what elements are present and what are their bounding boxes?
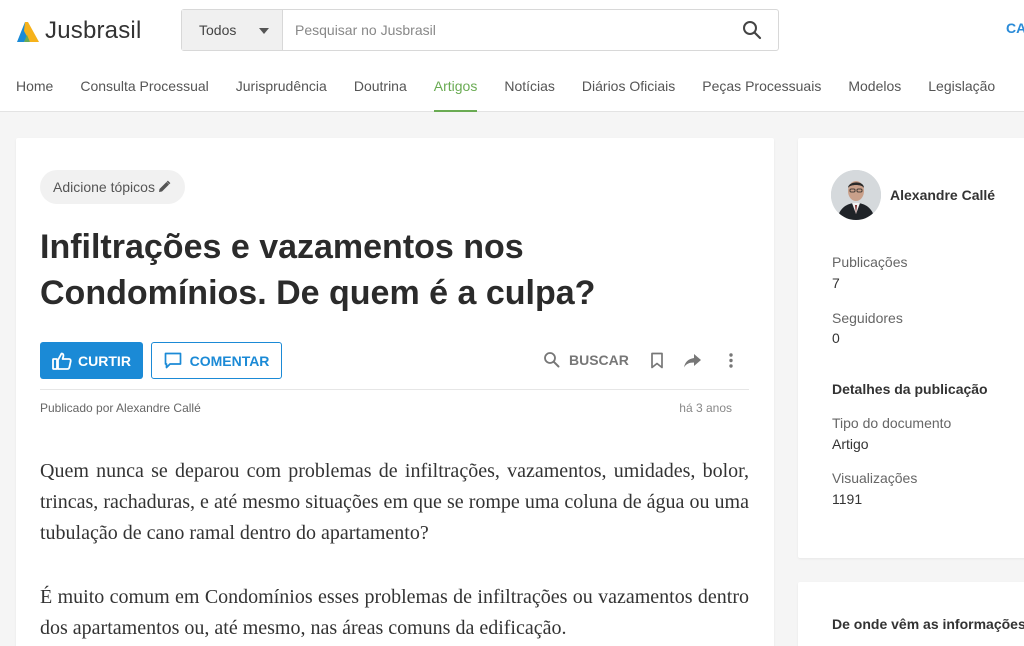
article-actions: CURTIR COMENTAR BUSCAR [40,342,749,390]
search-in-article-button[interactable]: BUSCAR [543,351,629,368]
chevron-down-icon [259,28,269,34]
article-title-line-1: Infiltrações e vazamentos nos [40,228,524,266]
publication-details-heading: Detalhes da publicação [832,381,988,397]
main-nav: Home Consulta Processual Jurisprudência … [16,62,1022,112]
pencil-icon [158,180,171,192]
followers-label: Seguidores [832,310,903,326]
article-paragraph: É muito comum em Condomínios esses probl… [40,586,749,639]
site-header: Jusbrasil Todos CA Home Consulta Process… [0,0,1024,112]
search-category-select[interactable]: Todos [182,10,283,50]
nav-item-jurisprudencia[interactable]: Jurisprudência [236,62,327,112]
nav-item-diarios-oficiais[interactable]: Diários Oficiais [582,62,675,112]
like-button-label: CURTIR [78,352,131,369]
comment-button-label: COMENTAR [189,352,270,369]
search-icon [743,21,762,40]
nav-item-home[interactable]: Home [16,62,53,112]
article-title: Infiltrações e vazamentos nos Condomínio… [40,224,740,316]
bookmark-icon[interactable] [650,352,664,369]
nav-item-pecas-processuais[interactable]: Peças Processuais [702,62,821,112]
add-topics-label: Adicione tópicos [53,179,155,195]
doc-type-value: Artigo [832,436,869,452]
info-source-heading[interactable]: De onde vêm as informações [832,616,1024,632]
nav-item-artigos[interactable]: Artigos [433,62,477,112]
publications-label: Publicações [832,254,908,270]
thumbs-up-icon [52,352,72,370]
nav-item-legislacao[interactable]: Legislação [928,62,995,112]
article-card: Adicione tópicos Infiltrações e vazament… [16,138,774,646]
author-sidebar: Alexandre Callé Publicações 7 Seguidores… [798,138,1024,558]
avatar[interactable] [831,170,881,220]
views-label: Visualizações [832,470,918,486]
doc-type-label: Tipo do documento [832,415,952,431]
logo-text: Jusbrasil [45,17,142,44]
add-topics-button[interactable]: Adicione tópicos [40,170,185,204]
article-paragraph: Quem nunca se deparou com problemas de i… [40,460,749,544]
search-bar: Todos [181,9,779,51]
search-button[interactable] [726,10,778,50]
search-input[interactable] [283,10,726,50]
followers-value: 0 [832,330,840,346]
article-title-line-2: Condomínios. De quem é a culpa? [40,274,596,312]
header-right-link[interactable]: CA [1006,20,1024,36]
nav-item-consulta-processual[interactable]: Consulta Processual [80,62,208,112]
publications-value: 7 [832,275,840,291]
like-button[interactable]: CURTIR [40,342,143,379]
more-vertical-icon[interactable] [728,352,734,369]
article-meta: Publicado por Alexandre Callé há 3 anos [40,401,749,415]
logo[interactable]: Jusbrasil [15,17,142,45]
nav-item-doutrina[interactable]: Doutrina [354,62,407,112]
views-value: 1191 [832,491,863,507]
author-photo [831,170,881,220]
published-time: há 3 anos [679,401,732,415]
author-name[interactable]: Alexandre Callé [890,187,995,203]
info-source-sidebar: De onde vêm as informações [798,582,1024,646]
nav-item-modelos[interactable]: Modelos [848,62,901,112]
comment-button[interactable]: COMENTAR [151,342,282,379]
published-by[interactable]: Publicado por Alexandre Callé [40,401,201,415]
search-in-article-label: BUSCAR [569,351,629,368]
article-body: Quem nunca se deparou com problemas de i… [40,456,749,646]
logo-mark-icon [17,22,39,42]
share-icon[interactable] [683,352,702,369]
search-category-label: Todos [199,22,237,38]
nav-item-noticias[interactable]: Notícias [504,62,555,112]
search-icon [544,352,560,368]
comment-icon [164,352,181,369]
